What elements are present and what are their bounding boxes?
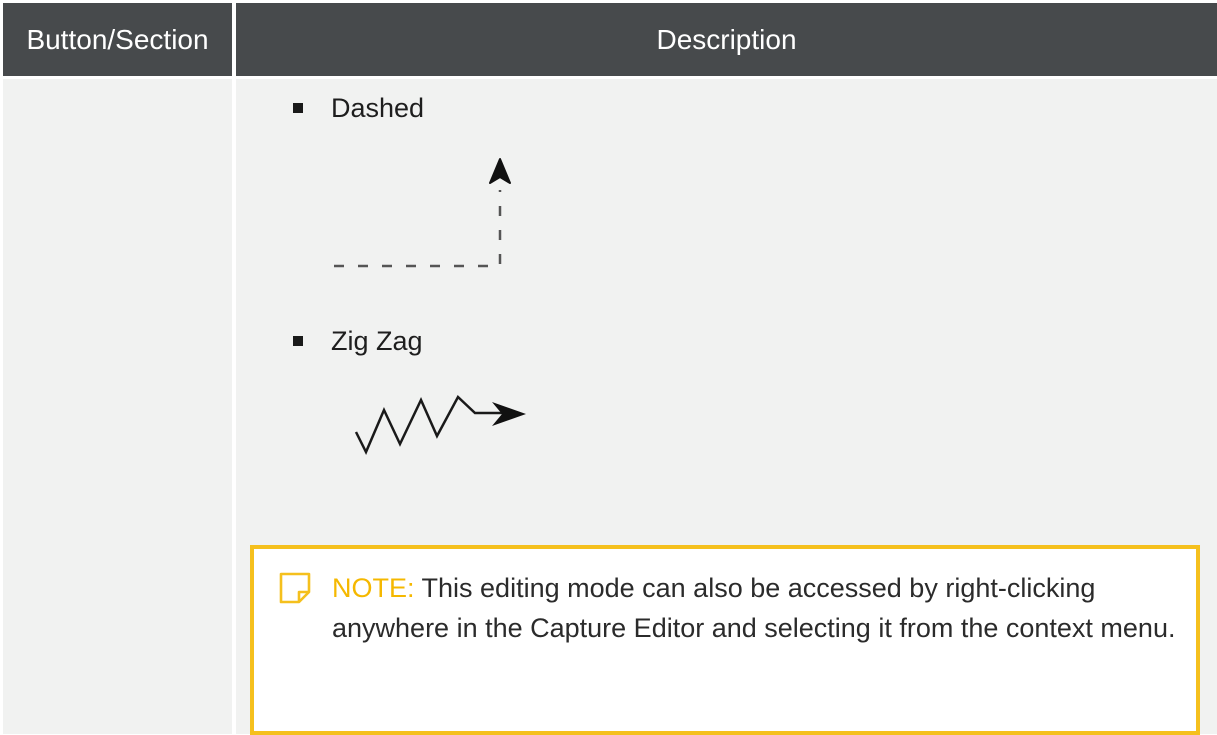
sticky-note-icon [279,572,311,604]
note-body: This editing mode can also be accessed b… [332,573,1176,643]
note-text: NOTE: This editing mode can also be acce… [332,568,1182,648]
bullet-dashed [293,103,303,113]
item-label-dashed: Dashed [331,93,425,123]
button-section-cell [3,79,232,734]
note-label: NOTE: [332,573,415,603]
dashed-arrow-icon [334,158,511,268]
bullet-zigzag [293,336,303,346]
item-label-zigzag: Zig Zag [331,326,423,356]
zigzag-arrow-icon [354,394,526,455]
header-button-section: Button/Section [3,3,232,76]
header-description: Description [236,3,1217,76]
